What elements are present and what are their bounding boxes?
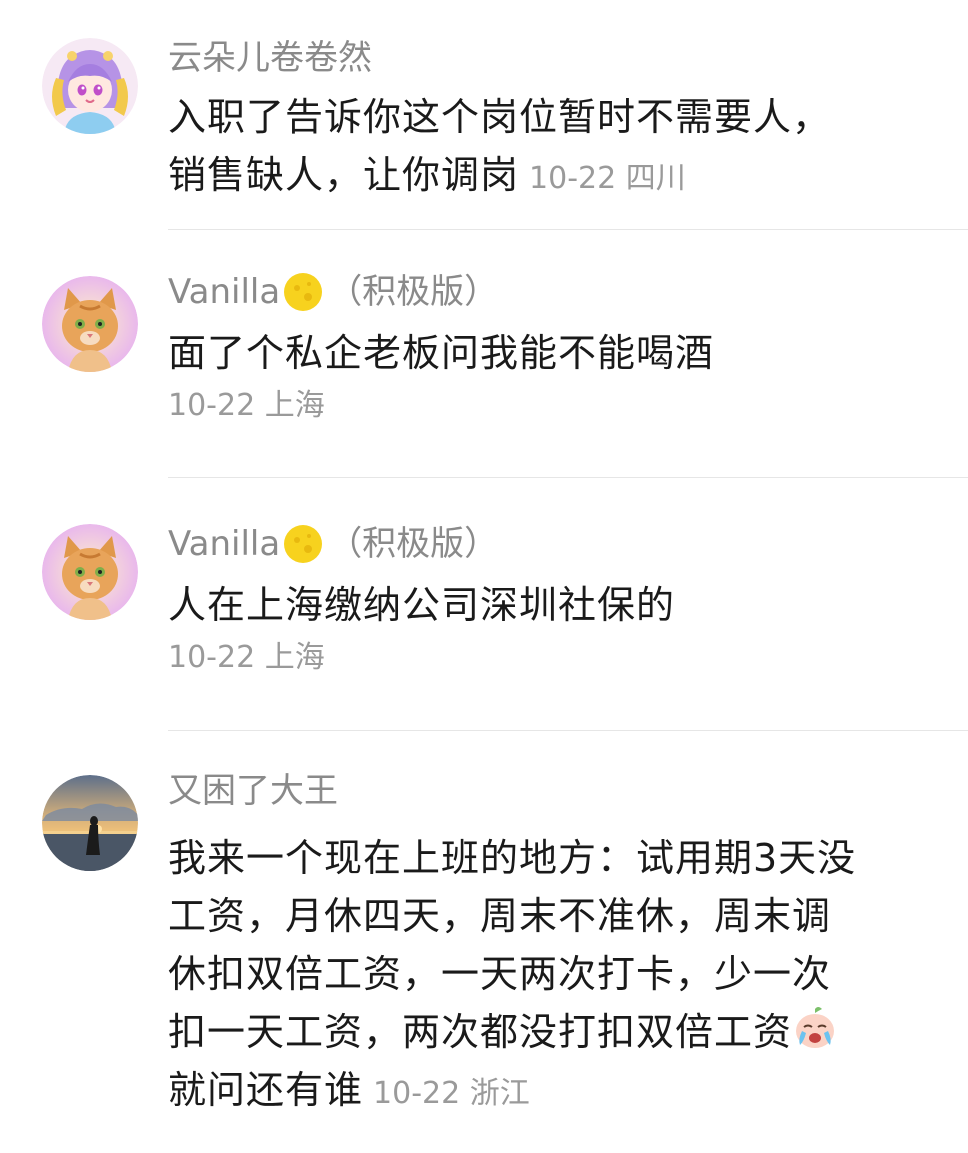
comment-text-line: 人在上海缴纳公司深圳社保的 xyxy=(168,583,676,627)
comment-text-line: 就问还有谁 xyxy=(168,1068,364,1112)
moon-badge-icon xyxy=(282,271,324,313)
comment-text-line: 入职了告诉你这个岗位暂时不需要人， xyxy=(168,95,832,139)
moon-badge-icon xyxy=(282,523,324,565)
badge-label: （积极版） xyxy=(328,524,499,564)
comment-item: Vanilla （积极版） 面了个私企老板问我能不能喝酒 10-22 上海 xyxy=(0,230,968,478)
comment-date: 10-22 xyxy=(168,640,256,675)
comment-text-line: 工资，月休四天，周末不准休，周末调 xyxy=(168,894,832,938)
comment-location: 上海 xyxy=(264,388,325,423)
user-avatar[interactable] xyxy=(42,276,138,372)
comment-text: 入职了告诉你这个岗位暂时不需要人， 销售缺人，让你调岗 10-22 四川 xyxy=(168,88,928,208)
username-text[interactable]: 又困了大王 xyxy=(168,769,338,813)
username[interactable]: Vanilla （积极版） xyxy=(168,270,928,314)
comment-text-line: 扣一天工资，两次都没打扣双倍工资 xyxy=(168,1010,793,1054)
comment-meta: 10-22 上海 xyxy=(168,636,928,680)
user-avatar[interactable] xyxy=(42,524,138,620)
comment-meta: 10-22 浙江 xyxy=(373,1076,530,1111)
username[interactable]: Vanilla （积极版） xyxy=(168,522,928,566)
comment-location: 上海 xyxy=(264,640,325,675)
comment-text: 我来一个现在上班的地方：试用期3天没 工资，月休四天，周末不准休，周末调 休扣双… xyxy=(168,829,928,1123)
comment-text-line: 我来一个现在上班的地方：试用期3天没 xyxy=(168,836,857,880)
username-text[interactable]: 云朵儿卷卷然 xyxy=(168,36,372,80)
comment-meta: 10-22 四川 xyxy=(529,161,686,196)
anime-girl-avatar-icon xyxy=(42,38,138,134)
crying-face-emoji-icon xyxy=(792,1005,838,1051)
comment-date: 10-22 xyxy=(373,1076,461,1111)
username-text[interactable]: Vanilla xyxy=(168,270,280,314)
comment-item: 云朵儿卷卷然 入职了告诉你这个岗位暂时不需要人， 销售缺人，让你调岗 10-22 … xyxy=(0,0,968,230)
comment-text: 人在上海缴纳公司深圳社保的 xyxy=(168,576,928,634)
username[interactable]: 云朵儿卷卷然 xyxy=(168,36,928,80)
orange-cat-avatar-icon xyxy=(42,276,138,372)
user-avatar[interactable] xyxy=(42,775,138,871)
orange-cat-avatar-icon xyxy=(42,524,138,620)
username[interactable]: 又困了大王 xyxy=(168,769,928,813)
comment-location: 四川 xyxy=(625,161,686,196)
sunset-silhouette-avatar-icon xyxy=(42,775,138,871)
comment-text-line: 销售缺人，让你调岗 xyxy=(168,153,520,197)
comment-item: Vanilla （积极版） 人在上海缴纳公司深圳社保的 10-22 上海 xyxy=(0,478,968,731)
user-avatar[interactable] xyxy=(42,38,138,134)
comment-text: 面了个私企老板问我能不能喝酒 xyxy=(168,324,928,382)
comment-date: 10-22 xyxy=(168,388,256,423)
comment-date: 10-22 xyxy=(529,161,617,196)
comment-meta: 10-22 上海 xyxy=(168,384,928,428)
comment-location: 浙江 xyxy=(469,1076,530,1111)
comment-item: 又困了大王 我来一个现在上班的地方：试用期3天没 工资，月休四天，周末不准休，周… xyxy=(0,731,968,1153)
comment-text-line: 休扣双倍工资，一天两次打卡，少一次 xyxy=(168,952,832,996)
comment-text-line: 面了个私企老板问我能不能喝酒 xyxy=(168,331,715,375)
username-text[interactable]: Vanilla xyxy=(168,522,280,566)
badge-label: （积极版） xyxy=(328,272,499,312)
